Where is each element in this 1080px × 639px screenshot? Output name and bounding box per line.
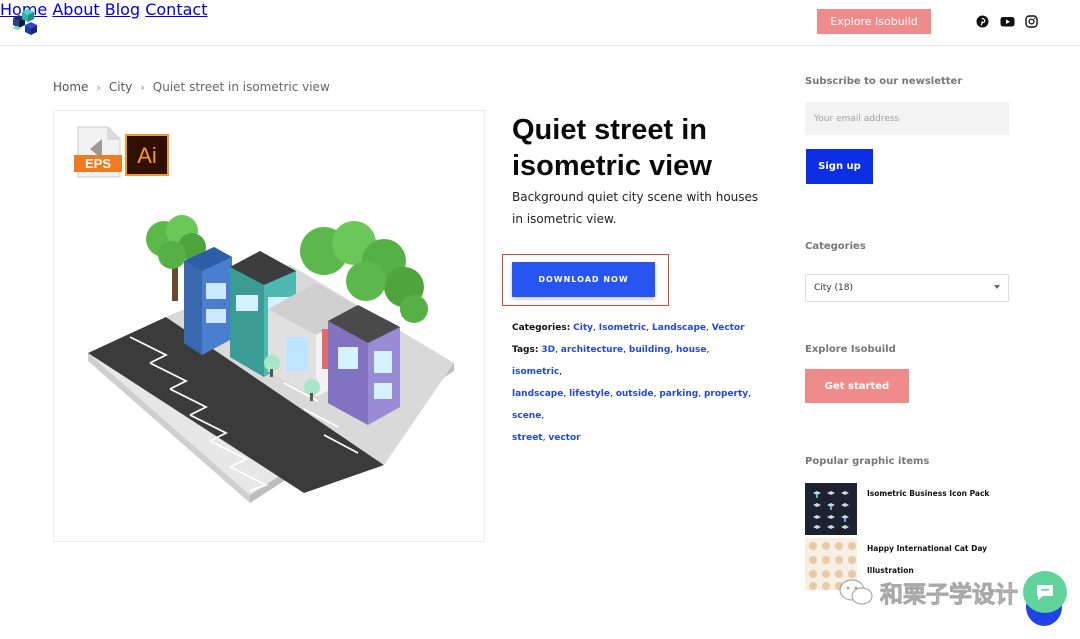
tag-link[interactable]: house [676,345,706,355]
tag-link[interactable]: vector [548,433,580,443]
chevron-down-icon [994,285,1000,289]
tag-link[interactable]: property [704,389,748,399]
download-now-button[interactable]: DOWNLOAD NOW [512,262,655,297]
email-input[interactable] [805,102,1009,135]
category-select-value: City (18) [814,283,853,293]
tag-link[interactable]: lifestyle [569,389,610,399]
popular-heading: Popular graphic items [805,456,930,467]
popular-item[interactable]: Isometric Business Icon Pack [805,483,1045,535]
categories-heading: Categories [805,241,866,252]
tag-link[interactable]: architecture [561,345,623,355]
breadcrumb-home[interactable]: Home [53,80,88,94]
tag-link[interactable]: outside [616,389,654,399]
eps-file-icon: EPS [74,126,122,178]
newsletter-heading: Subscribe to our newsletter [805,76,963,87]
site-header: Home About Blog Contact Explore Isobuild [0,0,1080,46]
youtube-icon[interactable] [1000,15,1015,28]
tag-link[interactable]: scene [512,411,541,421]
get-started-button[interactable]: Get started [805,369,909,403]
tags-label: Tags: [512,345,539,355]
tag-link[interactable]: street [512,433,543,443]
product-title: Quiet street in isometric view [512,114,712,182]
tag-link[interactable]: parking [659,389,698,399]
product-preview[interactable]: EPS Ai [53,110,485,542]
breadcrumb: Home › City › Quiet street in isometric … [53,80,330,94]
explore-heading: Explore Isobuild [805,344,896,355]
nav-contact[interactable]: Contact [145,0,207,19]
illustrator-file-icon: Ai [125,134,169,176]
breadcrumb-city[interactable]: City [109,80,133,94]
nav-about[interactable]: About [52,0,99,19]
tag-link[interactable]: isometric [512,367,559,377]
pinterest-icon[interactable] [976,15,989,28]
chevron-right-icon: › [96,80,101,94]
building-purple [328,305,400,425]
categories-label: Categories: [512,323,571,333]
instagram-icon[interactable] [1025,15,1038,28]
explore-isobuild-button[interactable]: Explore Isobuild [817,9,931,34]
isobuild-logo-icon[interactable] [10,8,40,36]
tag-link[interactable]: building [629,345,670,355]
breadcrumb-current: Quiet street in isometric view [152,80,330,94]
popular-item-title[interactable]: Isometric Business Icon Pack [867,483,1017,505]
category-select[interactable]: City (18) [805,274,1009,302]
category-link-vector[interactable]: Vector [712,323,745,333]
isometric-street-illustration: EPS Ai [74,126,454,503]
wechat-icon [839,579,873,605]
popular-item-thumbnail[interactable] [805,483,857,535]
eps-badge-label: EPS [85,156,111,171]
product-categories: Categories: City, Isometric, Landscape, … [512,323,745,333]
category-link-isometric[interactable]: Isometric [599,323,647,333]
building-blue [184,247,232,355]
product-description: Background quiet city scene with houses … [512,190,759,226]
chevron-right-icon: › [140,80,145,94]
watermark: 和栗子学设计 [838,574,1018,610]
chat-button[interactable] [1023,571,1067,613]
tag-link[interactable]: landscape [512,389,563,399]
watermark-text: 和栗子学设计 [880,582,1019,609]
ai-badge-label: Ai [137,143,157,168]
category-link-landscape[interactable]: Landscape [652,323,706,333]
tag-link[interactable]: 3D [541,345,555,355]
category-link-city[interactable]: City [573,323,593,333]
chat-icon [1037,585,1053,600]
nav-blog[interactable]: Blog [105,0,140,19]
product-tags: Tags: 3D, architecture, building, house,… [512,345,752,443]
sign-up-button[interactable]: Sign up [806,149,873,184]
